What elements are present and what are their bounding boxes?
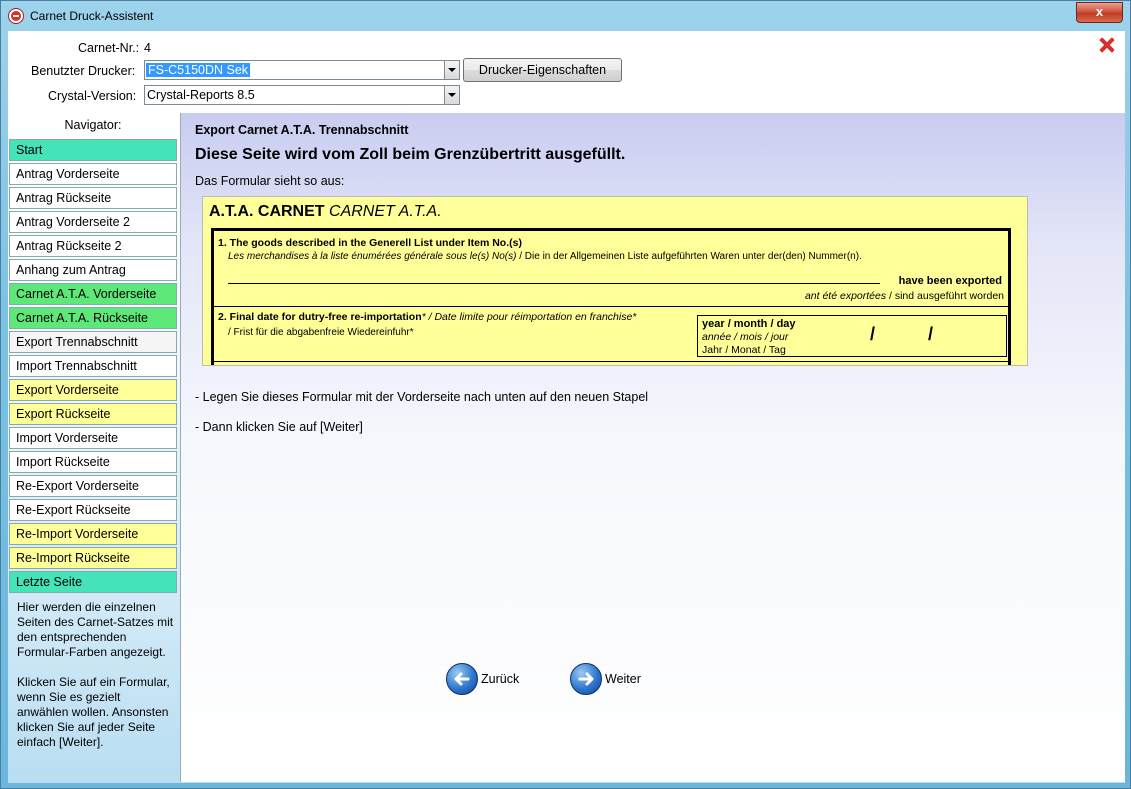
printer-properties-button[interactable]: Drucker-Eigenschaften xyxy=(463,58,622,82)
field2-subtitle: / Frist für die abgabenfreie Wiedereinfu… xyxy=(228,327,414,338)
field1-subtitle-de: / Die in der Allgemeinen Liste aufgeführ… xyxy=(516,251,862,262)
field1-subtitle: Les merchandises à la liste énumérées gé… xyxy=(228,251,862,262)
navigator-panel: Navigator: Start Antrag Vorderseite Antrag… xyxy=(8,112,178,782)
field2-title-en: 2. Final date for dutry-free re-importat… xyxy=(218,311,422,323)
navigator-item[interactable]: Import Vorderseite xyxy=(9,427,177,449)
window-close-button[interactable]: x xyxy=(1076,2,1123,23)
printer-select[interactable]: FS-C5150DN Sek xyxy=(144,60,460,80)
navigator-item[interactable]: Letzte Seite xyxy=(9,571,177,593)
printer-label: Benutzter Drucker: xyxy=(31,64,136,78)
close-icon[interactable] xyxy=(1099,37,1115,53)
field1-exported: have been exported xyxy=(898,275,1002,287)
navigator-item[interactable]: Export Trennabschnitt xyxy=(9,331,177,353)
field1-exported-de: / sind ausgeführt worden xyxy=(886,290,1004,302)
main-panel: Export Carnet A.T.A. Trennabschnitt Dies… xyxy=(180,113,1125,782)
navigator-item[interactable]: Re-Export Vorderseite xyxy=(9,475,177,497)
form-box: 1. The goods described in the Generell L… xyxy=(211,228,1011,365)
form-title-italic: CARNET A.T.A. xyxy=(329,203,442,220)
next-button[interactable]: Weiter xyxy=(570,663,660,695)
window-title: Carnet Druck-Assistent xyxy=(30,9,154,23)
page-title: Diese Seite wird vom Zoll beim Grenzüber… xyxy=(195,146,626,163)
field1-exported-translation: ant été exportées / sind ausgeführt word… xyxy=(805,290,1004,302)
header-panel: Carnet-Nr.: 4 Benutzter Drucker: FS-C515… xyxy=(8,31,1125,111)
navigator-item[interactable]: Carnet A.T.A. Rückseite xyxy=(9,307,177,329)
app-icon xyxy=(9,9,23,23)
navigator-item[interactable]: Export Rückseite xyxy=(9,403,177,425)
field1-subtitle-fr: Les merchandises à la liste énumérées gé… xyxy=(228,251,517,262)
navigator-item[interactable]: Export Vorderseite xyxy=(9,379,177,401)
navigator-item[interactable]: Import Trennabschnitt xyxy=(9,355,177,377)
crystal-version-value: Crystal-Reports 8.5 xyxy=(147,88,255,102)
field2-title: 2. Final date for dutry-free re-importat… xyxy=(218,311,636,323)
navigator-item[interactable]: Carnet A.T.A. Vorderseite xyxy=(9,283,177,305)
chevron-down-icon[interactable] xyxy=(444,86,459,104)
carnet-number-value: 4 xyxy=(144,41,151,55)
navigator-help: Hier werden die einzelnen Seiten des Car… xyxy=(17,600,175,765)
arrow-right-icon[interactable] xyxy=(570,663,602,695)
form-title-bold: A.T.A. CARNET xyxy=(209,203,325,220)
back-button[interactable]: Zurück xyxy=(446,663,536,695)
chevron-down-icon[interactable] xyxy=(444,61,459,79)
navigator-item[interactable]: Anhang zum Antrag xyxy=(9,259,177,281)
navigator-title: Navigator: xyxy=(64,118,122,132)
date-box: year / month / day année / mois / jour J… xyxy=(697,315,1007,357)
main-window: Carnet Druck-Assistent x Carnet-Nr.: 4 B… xyxy=(0,0,1131,789)
navigator-item[interactable]: Import Rückseite xyxy=(9,451,177,473)
next-button-label[interactable]: Weiter xyxy=(605,672,641,686)
navigator-item[interactable]: Antrag Rückseite 2 xyxy=(9,235,177,257)
date-label-de: Jahr / Monat / Tag xyxy=(702,344,786,356)
title-bar[interactable]: Carnet Druck-Assistent x xyxy=(1,1,1130,31)
field2-title-fr: * / Date limite pour réimportation en fr… xyxy=(421,311,637,323)
form-title: A.T.A. CARNET CARNET A.T.A. xyxy=(209,203,442,221)
date-separator: / xyxy=(928,324,934,344)
instruction-text: - Dann klicken Sie auf [Weiter] xyxy=(195,420,363,434)
field1-exported-fr: ant été exportées xyxy=(804,290,887,302)
back-button-label[interactable]: Zurück xyxy=(481,672,519,686)
date-label-fr: année / mois / jour xyxy=(702,331,789,343)
arrow-left-icon[interactable] xyxy=(446,663,478,695)
form-preview: A.T.A. CARNET CARNET A.T.A. 1. The goods… xyxy=(202,196,1028,366)
crystal-version-select[interactable]: Crystal-Reports 8.5 xyxy=(144,85,460,105)
navigator-item[interactable]: Antrag Vorderseite xyxy=(9,163,177,185)
navigator-item[interactable]: Re-Export Rückseite xyxy=(9,499,177,521)
form-divider xyxy=(214,306,1008,307)
carnet-number-label: Carnet-Nr.: xyxy=(78,41,140,55)
page-subtitle: Export Carnet A.T.A. Trennabschnitt xyxy=(195,123,409,137)
navigator-item[interactable]: Antrag Rückseite xyxy=(9,187,177,209)
client-area: Carnet-Nr.: 4 Benutzter Drucker: FS-C515… xyxy=(8,31,1125,783)
navigator-item[interactable]: Re-Import Rückseite xyxy=(9,547,177,569)
navigator-item[interactable]: Re-Import Vorderseite xyxy=(9,523,177,545)
printer-select-value: FS-C5150DN Sek xyxy=(146,63,251,77)
instruction-text: - Legen Sie dieses Formular mit der Vord… xyxy=(195,390,649,404)
crystal-version-label: Crystal-Version: xyxy=(48,89,137,103)
field1-line xyxy=(228,283,880,284)
navigator-help-text: Klicken Sie auf ein Formular, wenn Sie e… xyxy=(17,675,170,749)
date-label-en: year / month / day xyxy=(702,318,796,330)
navigator-help-text: Hier werden die einzelnen Seiten des Car… xyxy=(17,600,174,659)
field1-title: 1. The goods described in the Generell L… xyxy=(218,237,522,249)
navigator-item[interactable]: Antrag Vorderseite 2 xyxy=(9,211,177,233)
navigator-item[interactable]: Start xyxy=(9,139,177,161)
date-separator: / xyxy=(870,324,876,344)
intro-text: Das Formular sieht so aus: xyxy=(195,174,345,188)
form-divider xyxy=(214,361,1008,362)
